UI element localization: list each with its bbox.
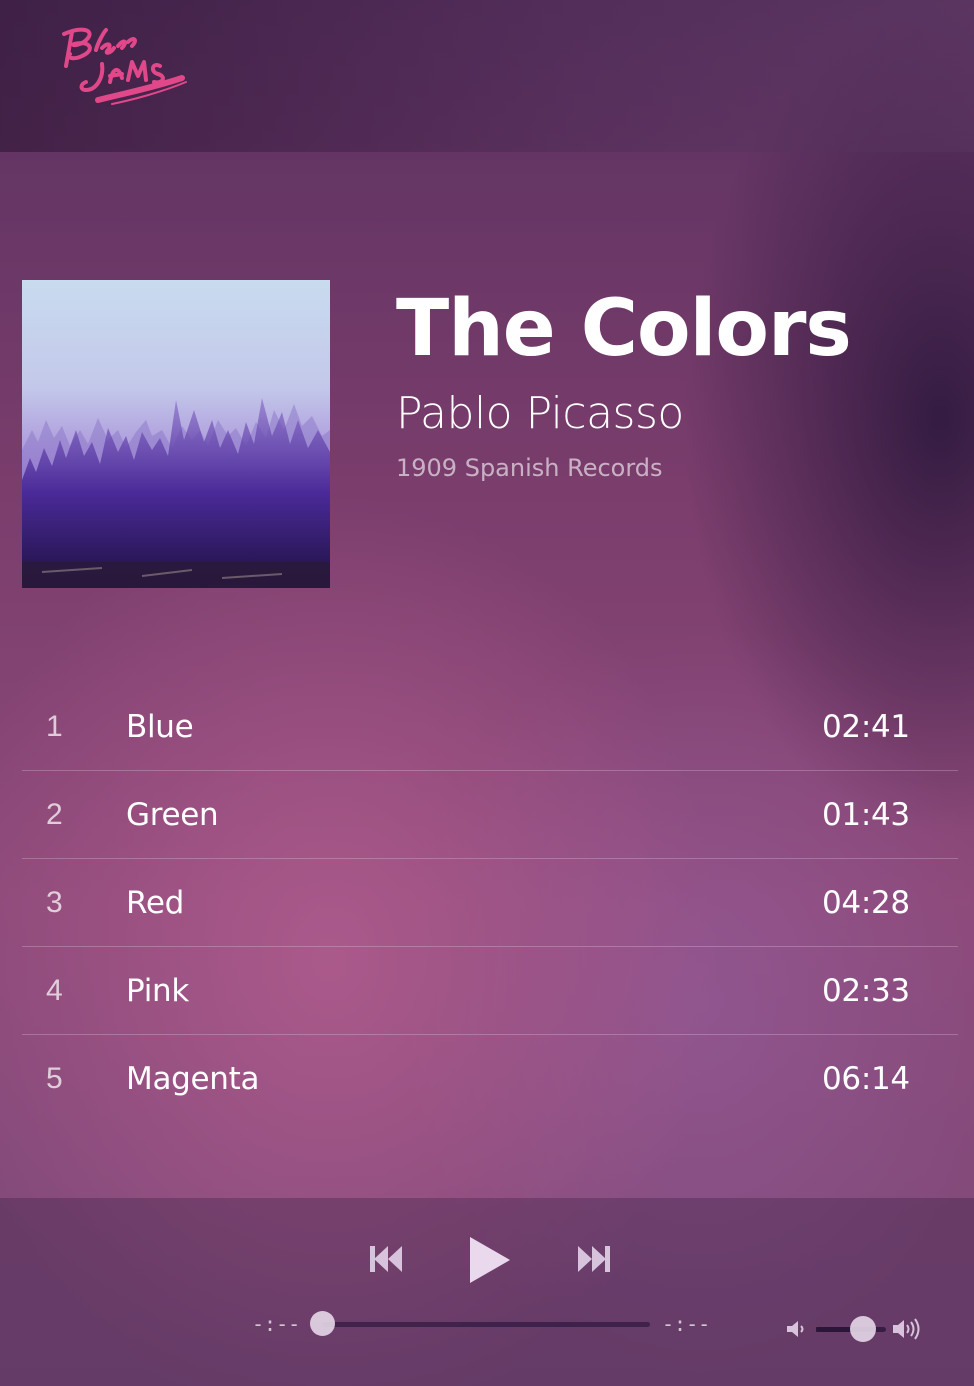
song-number[interactable]: 4 [46,973,63,1009]
volume-bar-fill [816,1327,855,1332]
seek-bar[interactable] [322,1322,650,1327]
song-row[interactable]: 1 Blue 02:41 [22,683,958,771]
song-title: Red [126,885,184,921]
play-pause-button[interactable] [468,1235,512,1285]
album-artist: Pablo Picasso [396,388,684,439]
song-duration: 02:33 [822,973,910,1009]
song-row[interactable]: 5 Magenta 06:14 [22,1035,958,1122]
volume-high-icon [892,1318,922,1340]
song-row[interactable]: 2 Green 01:43 [22,771,958,859]
song-title: Pink [126,973,190,1009]
album-cover-image [22,280,330,588]
song-duration: 02:41 [822,709,910,745]
song-title: Magenta [126,1061,260,1097]
volume-low-icon [786,1320,808,1338]
album-release-info: 1909 Spanish Records [396,454,663,482]
seek-bar-thumb[interactable] [310,1311,335,1336]
volume-bar-thumb[interactable] [850,1316,876,1342]
next-button[interactable] [576,1244,610,1274]
song-title: Green [126,797,219,833]
song-number[interactable]: 2 [46,797,63,833]
song-duration: 04:28 [822,885,910,921]
player-bar [0,1198,974,1386]
song-row[interactable]: 3 Red 04:28 [22,859,958,947]
album-title: The Colors [396,284,852,374]
total-time: -:-- [662,1312,711,1336]
current-time: -:-- [252,1312,301,1336]
song-number[interactable]: 1 [46,709,63,745]
song-list: 1 Blue 02:41 2 Green 01:43 3 Red 04:28 4… [22,683,958,1122]
song-row[interactable]: 4 Pink 02:33 [22,947,958,1035]
bloc-jams-logo[interactable] [52,20,192,112]
logo-image [62,27,187,105]
album-cover-art [22,280,330,588]
song-number[interactable]: 5 [46,1061,63,1097]
song-number[interactable]: 3 [46,885,63,921]
song-title: Blue [126,709,194,745]
navbar [0,0,974,152]
play-icon [470,1237,510,1283]
previous-button[interactable] [370,1244,404,1274]
previous-track-icon [370,1246,402,1272]
song-duration: 06:14 [822,1061,910,1097]
next-track-icon [578,1246,610,1272]
song-duration: 01:43 [822,797,910,833]
